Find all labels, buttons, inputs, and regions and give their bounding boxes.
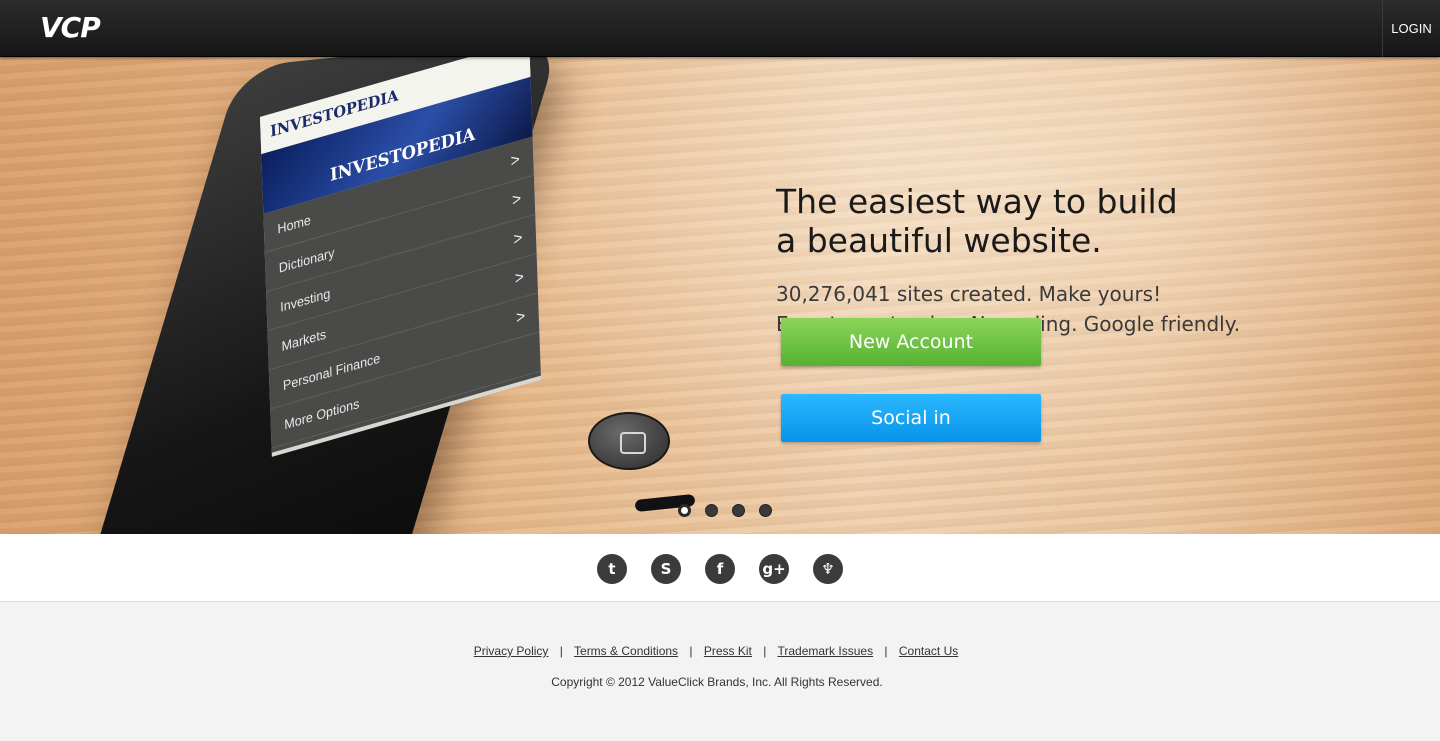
hero-subtext-line1: 30,276,041 sites created. Make yours! <box>776 282 1162 306</box>
chevron-right-icon: > <box>513 229 523 250</box>
social-icons: t S f g+ ♆ <box>597 554 843 584</box>
chevron-right-icon: > <box>510 150 521 171</box>
press-kit-link[interactable]: Press Kit <box>704 644 752 658</box>
phone-screen: INVESTOPEDIA INVESTOPEDIA Home > Dictiona… <box>260 57 542 457</box>
hero-banner: INVESTOPEDIA INVESTOPEDIA Home > Dictiona… <box>0 57 1440 534</box>
phone-home-button <box>588 412 670 470</box>
phone-menu-label: Home <box>277 211 312 237</box>
google-plus-icon[interactable]: g+ <box>759 554 789 584</box>
hero-headline-line2: a beautiful website. <box>776 221 1102 260</box>
skype-icon[interactable]: S <box>651 554 681 584</box>
new-account-button[interactable]: New Account <box>781 318 1041 366</box>
twitter-icon[interactable]: t <box>597 554 627 584</box>
footer-separator: | <box>884 644 888 658</box>
phone-menu-label: Dictionary <box>278 244 335 276</box>
copyright-text: Copyright © 2012 ValueClick Brands, Inc.… <box>551 675 883 689</box>
footer-separator: | <box>689 644 693 658</box>
carousel-dots <box>678 504 772 517</box>
chevron-right-icon: > <box>511 189 522 211</box>
phone-illustration: INVESTOPEDIA INVESTOPEDIA Home > Dictiona… <box>73 57 820 534</box>
hero-headline-line1: The easiest way to build <box>776 182 1178 221</box>
contact-us-link[interactable]: Contact Us <box>899 644 958 658</box>
chevron-right-icon: > <box>514 268 525 289</box>
github-icon[interactable]: ♆ <box>813 554 843 584</box>
phone-menu-label: More Options <box>284 395 360 433</box>
login-link[interactable]: LOGIN <box>1382 0 1440 57</box>
carousel-dot[interactable] <box>759 504 772 517</box>
phone-menu-label: Markets <box>281 325 327 355</box>
top-navbar: VCP LOGIN <box>0 0 1440 57</box>
vcp-logo[interactable]: VCP <box>40 11 101 44</box>
terms-conditions-link[interactable]: Terms & Conditions <box>574 644 678 658</box>
hero-headline: The easiest way to build a beautiful web… <box>776 182 1296 260</box>
social-in-button[interactable]: Social in <box>781 394 1041 442</box>
phone-menu-label: Investing <box>279 285 331 316</box>
footer-separator: | <box>763 644 767 658</box>
footer-separator: | <box>559 644 563 658</box>
footer: Privacy Policy | Terms & Conditions | Pr… <box>0 603 1440 741</box>
chevron-right-icon: > <box>515 307 526 328</box>
carousel-dot[interactable] <box>732 504 745 517</box>
privacy-policy-link[interactable]: Privacy Policy <box>474 644 549 658</box>
trademark-issues-link[interactable]: Trademark Issues <box>777 644 873 658</box>
carousel-dot[interactable] <box>705 504 718 517</box>
facebook-icon[interactable]: f <box>705 554 735 584</box>
social-bar: t S f g+ ♆ <box>0 534 1440 602</box>
footer-links: Privacy Policy | Terms & Conditions | Pr… <box>0 644 1432 658</box>
carousel-dot[interactable] <box>678 504 691 517</box>
